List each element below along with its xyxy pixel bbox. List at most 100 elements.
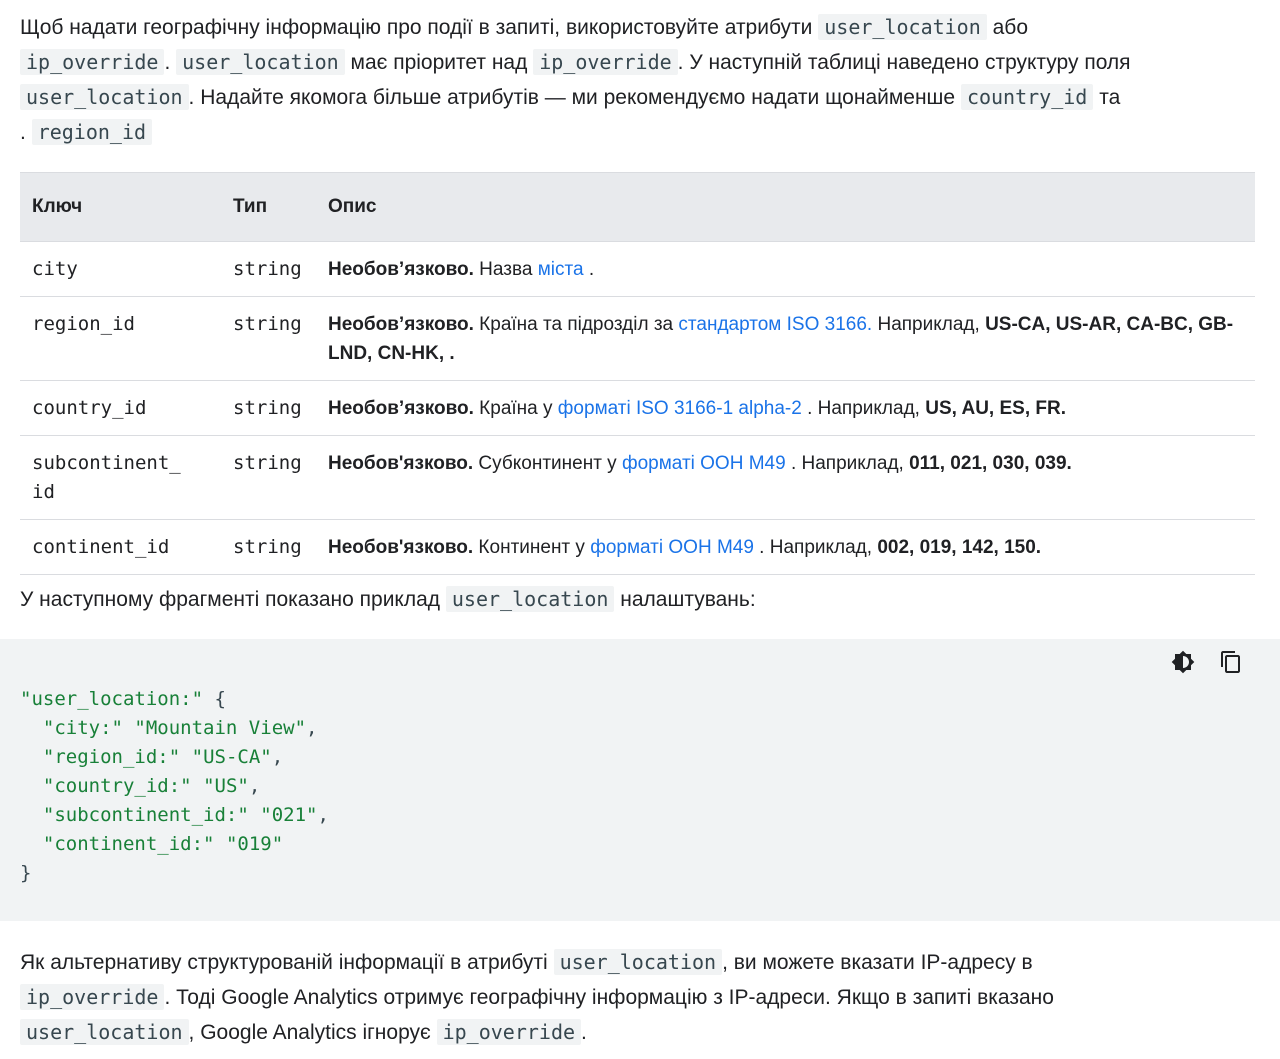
code-key: "continent_id:" xyxy=(42,833,215,855)
standard-link[interactable]: форматі ООН M49 xyxy=(590,537,754,558)
snippet-intro-text: У наступному фрагменті показано приклад xyxy=(20,588,441,611)
field-description: Необов’язково. Країна у форматі ISO 3166… xyxy=(316,380,1255,436)
inline-code: ip_override xyxy=(20,49,165,75)
optional-label: Необов'язково. xyxy=(328,537,474,558)
inline-code: user_location xyxy=(20,1019,189,1045)
field-type: string xyxy=(221,519,316,575)
intro-text: . Надайте якомога більше атрибутів — ми … xyxy=(188,86,956,109)
inline-code: country_id xyxy=(960,84,1094,110)
outro-text: . Тоді Google Analytics отримує географі… xyxy=(164,986,1054,1009)
description-text: Континент у xyxy=(473,537,591,558)
description-text: Країна та підрозділ за xyxy=(473,314,679,335)
description-text: Країна у xyxy=(473,398,558,419)
inline-code: region_id xyxy=(31,119,153,145)
field-key: country_id xyxy=(20,380,221,436)
copy-icon[interactable] xyxy=(1218,649,1244,675)
intro-text: . xyxy=(164,51,171,74)
table-row: region_id string Необов’язково. Країна та … xyxy=(20,296,1255,381)
inline-code: user_location xyxy=(818,14,987,40)
intro-text: . У наступній таблиці наведено структуру… xyxy=(677,51,1131,74)
intro-text: . xyxy=(20,121,26,144)
snippet-intro-paragraph: У наступному фрагменті показано приклад … xyxy=(20,582,1250,617)
code-key: "subcontinent_id:" xyxy=(42,804,249,826)
field-key: subcontinent_ id xyxy=(20,435,221,520)
description-text: . xyxy=(583,259,595,280)
description-text: Назва xyxy=(473,259,538,280)
table-row: country_id string Необов’язково. Країна у … xyxy=(20,380,1255,436)
outro-paragraph: Як альтернативу структурованій інформаці… xyxy=(20,945,1250,1050)
intro-text: Щоб надати географічну інформацію про по… xyxy=(20,16,813,39)
field-type: string xyxy=(221,380,316,436)
code-key: "city:" xyxy=(42,717,123,739)
theme-toggle-icon[interactable] xyxy=(1170,649,1196,675)
inline-code: user_location xyxy=(445,586,615,612)
outro-text: . xyxy=(581,1021,587,1044)
documentation-page: Щоб надати географічну інформацію про по… xyxy=(0,0,1280,1059)
code-sample-block: "user_location:" { "city:" "Mountain Vie… xyxy=(0,639,1280,921)
code-line: "region_id:" "US-CA", xyxy=(20,746,283,768)
intro-paragraph: Щоб надати географічну інформацію про по… xyxy=(20,10,1250,150)
code-value: "US" xyxy=(203,775,249,797)
inline-code: ip_override xyxy=(436,1019,582,1045)
description-text: Наприклад, xyxy=(872,314,986,335)
code-key: "country_id:" xyxy=(42,775,192,797)
standard-link[interactable]: форматі ISO 3166-1 alpha-2 xyxy=(558,398,802,419)
optional-label: Необов’язково. xyxy=(328,259,474,280)
table-header-row: Ключ Тип Опис xyxy=(20,172,1255,242)
outro-text: , ви можете вказати IP-адресу в xyxy=(722,951,1033,974)
field-description: Необов'язково. Континент у форматі ООН M… xyxy=(316,519,1255,575)
field-type: string xyxy=(221,296,316,381)
user-location-fields-table: Ключ Тип Опис city string Необов’язково. Н… xyxy=(20,172,1255,575)
code-key: "region_id:" xyxy=(42,746,181,768)
column-header-description: Опис xyxy=(316,172,1255,242)
code-punct: { xyxy=(203,688,226,710)
table-row: continent_id string Необов'язково. Контине… xyxy=(20,519,1255,575)
description-text: Субконтинент у xyxy=(473,453,622,474)
code-value: "US-CA" xyxy=(191,746,272,768)
code-value: "Mountain View" xyxy=(134,717,307,739)
example-values: US, AU, ES, FR. xyxy=(925,398,1066,419)
field-key: region_id xyxy=(20,296,221,381)
code-key: "user_location:" xyxy=(20,688,204,710)
inline-code: ip_override xyxy=(533,49,678,75)
code-line: "continent_id:" "019" xyxy=(20,833,283,855)
example-values: 002, 019, 142, 150. xyxy=(877,537,1042,558)
standard-link[interactable]: міста xyxy=(538,259,584,280)
standard-link[interactable]: стандартом ISO 3166. xyxy=(678,314,872,335)
inline-code: user_location xyxy=(20,84,189,110)
code-punct: , xyxy=(248,775,261,797)
description-text: . Наприклад, xyxy=(753,537,878,558)
code-line: "country_id:" "US", xyxy=(20,775,260,797)
code-value: "019" xyxy=(225,833,284,855)
description-text: . Наприклад, xyxy=(801,398,926,419)
code-value: "021" xyxy=(260,804,318,826)
column-header-type: Тип xyxy=(221,172,316,242)
intro-text: має пріоритет над xyxy=(350,51,528,74)
table-row: city string Необов’язково. Назва міста . xyxy=(20,241,1255,297)
description-text: . Наприклад, xyxy=(785,453,910,474)
code-punct: , xyxy=(317,804,329,826)
snippet-intro-text: налаштувань: xyxy=(620,588,756,611)
column-header-key: Ключ xyxy=(20,172,221,242)
field-type: string xyxy=(221,435,316,520)
field-description: Необов’язково. Назва міста . xyxy=(316,241,1255,297)
field-key: city xyxy=(20,241,221,297)
outro-text: , Google Analytics ігнорує xyxy=(188,1021,431,1044)
field-description: Необов’язково. Країна та підрозділ за ст… xyxy=(316,296,1255,381)
inline-code: ip_override xyxy=(20,984,165,1010)
code-punct: } xyxy=(20,862,32,884)
optional-label: Необов’язково. xyxy=(328,398,474,419)
outro-text: Як альтернативу структурованій інформаці… xyxy=(20,951,548,974)
field-type: string xyxy=(221,241,316,297)
intro-text: та xyxy=(1099,86,1121,109)
code-toolbar xyxy=(1170,649,1244,675)
optional-label: Необов’язково. xyxy=(328,314,474,335)
optional-label: Необов'язково. xyxy=(328,453,474,474)
inline-code: user_location xyxy=(176,49,345,75)
code-punct: , xyxy=(306,717,318,739)
example-values: 011, 021, 030, 039. xyxy=(909,453,1072,474)
code-line: "city:" "Mountain View", xyxy=(20,717,318,739)
code-punct: , xyxy=(271,746,284,768)
standard-link[interactable]: форматі ООН M49 xyxy=(622,453,786,474)
intro-text: або xyxy=(992,16,1029,39)
